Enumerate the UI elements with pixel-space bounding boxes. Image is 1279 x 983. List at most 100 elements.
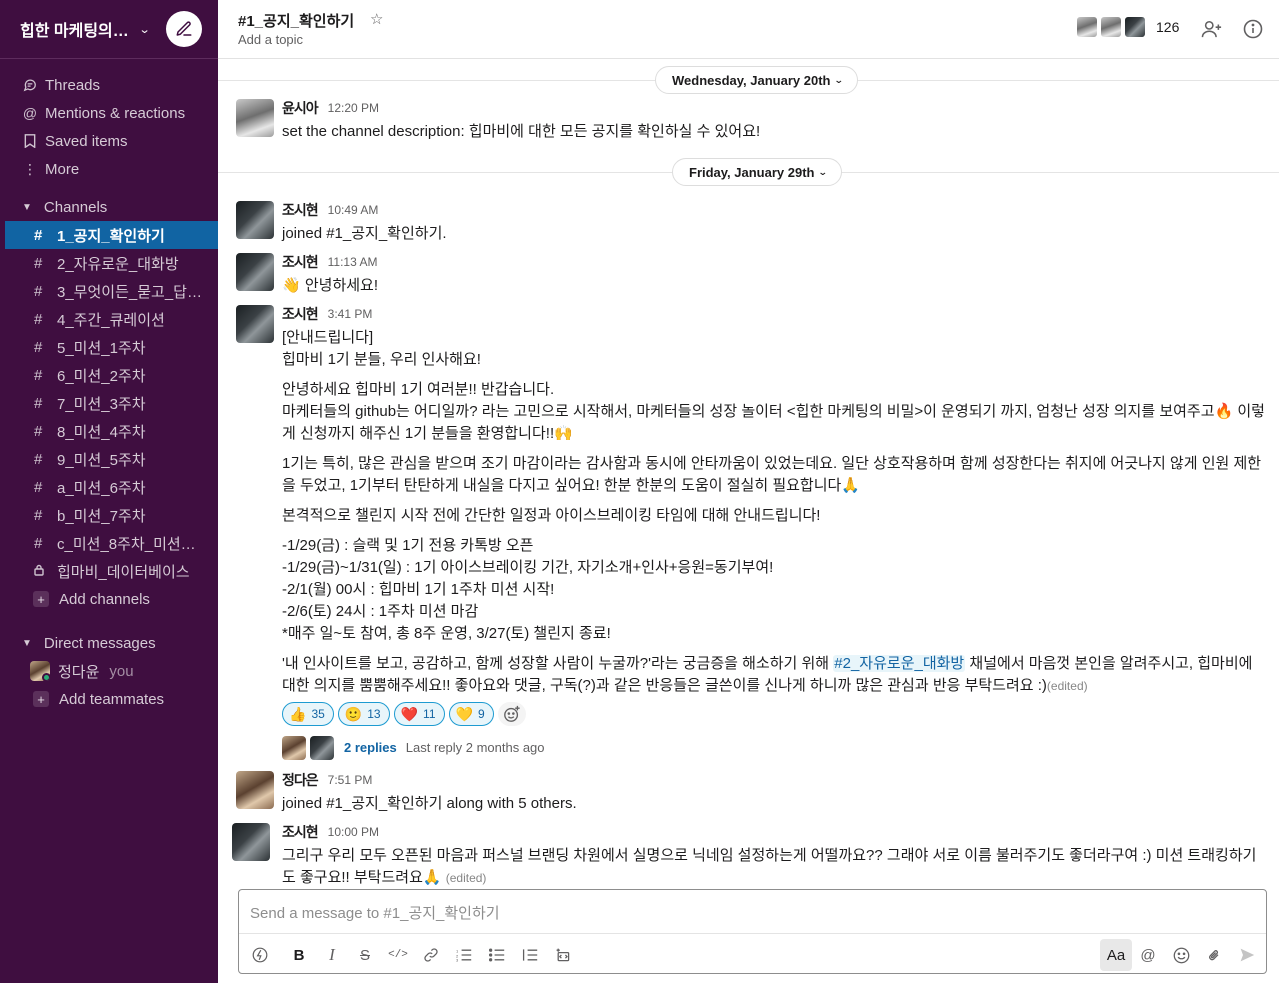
sidebar-item-channel[interactable]: #8_미션_4주차 — [0, 417, 218, 445]
avatar[interactable] — [236, 305, 274, 343]
channel-label: 1_공지_확인하기 — [57, 227, 165, 245]
add-people-button[interactable] — [1200, 17, 1224, 41]
message-text: 👋 안녕하세요! — [282, 275, 1266, 297]
ordered-list-button[interactable]: 123 — [450, 941, 478, 969]
attach-button[interactable] — [1200, 941, 1228, 969]
star-icon[interactable]: ☆ — [370, 10, 383, 28]
channel-title[interactable]: #1_공지_확인하기 — [238, 10, 354, 31]
message[interactable]: 조시현 10:49 AM joined #1_공지_확인하기. — [236, 200, 1266, 242]
sidebar-item-channel-private[interactable]: 힙마비_데이터베이스 — [0, 557, 218, 585]
schedule-line: *매주 일~토 참여, 총 8주 운영, 3/27(토) 챌린지 종료! — [282, 625, 611, 642]
sidebar-item-channel[interactable]: #9_미션_5주차 — [0, 445, 218, 473]
dm-section-header[interactable]: ▼ Direct messages — [0, 629, 218, 657]
member-count: 126 — [1156, 19, 1180, 35]
sidebar-item-channel[interactable]: # a_미션_6주차 — [0, 473, 218, 501]
channel-label: 9_미션_5주차 — [57, 451, 146, 469]
avatar[interactable] — [236, 201, 274, 239]
channel-mention-link[interactable]: #2_자유로운_대화방 — [833, 655, 966, 672]
message-time[interactable]: 7:51 PM — [328, 773, 373, 787]
message-author[interactable]: 윤시아 — [282, 98, 319, 118]
message-input[interactable]: Send a message to #1_공지_확인하기 — [250, 902, 500, 923]
sidebar-item-channel[interactable]: #4_주간_큐레이션 — [0, 305, 218, 333]
sidebar-item-label: Mentions & reactions — [45, 104, 186, 122]
thread-summary[interactable]: 2 replies Last reply 2 months ago — [282, 736, 1266, 760]
reaction-emoji: 👍 — [289, 706, 307, 722]
sidebar-item-mentions[interactable]: @ Mentions & reactions — [0, 99, 218, 127]
emoji-button[interactable] — [1167, 941, 1195, 969]
sidebar-item-channel[interactable]: #5_미션_1주차 — [0, 333, 218, 361]
thread-replies-link[interactable]: 2 replies — [344, 737, 397, 759]
sidebar-item-threads[interactable]: Threads — [0, 71, 218, 99]
message-author[interactable]: 조시현 — [282, 252, 319, 272]
shortcuts-button[interactable] — [246, 941, 274, 969]
schedule-line: -2/1(월) 00시 : 힙마비 1기 1주차 미션 시작! — [282, 581, 555, 598]
date-pill[interactable]: Wednesday, January 20th ⌄ — [655, 66, 859, 94]
sidebar-item-channel[interactable]: # c_미션_8주차_미션완료 — [0, 529, 218, 557]
workspace-header[interactable]: 힙한 마케팅의 비밀 ⌄ — [0, 0, 218, 59]
italic-button[interactable]: I — [318, 941, 346, 969]
message-author[interactable]: 조시현 — [282, 304, 319, 324]
message[interactable]: 조시현 3:41 PM [안내드립니다] 힙마비 1기 분들, 우리 인사해요! … — [236, 304, 1266, 760]
message-time[interactable]: 3:41 PM — [328, 307, 373, 321]
reactions: 👍 35 🙂 13 ❤️ 11 💛 9 — [282, 702, 1266, 726]
avatar[interactable] — [236, 99, 274, 137]
sidebar-item-channel[interactable]: # b_미션_7주차 — [0, 501, 218, 529]
message-time[interactable]: 10:49 AM — [328, 203, 379, 217]
hash-icon: # — [34, 310, 43, 328]
strikethrough-icon: S — [359, 946, 370, 964]
message-author[interactable]: 조시현 — [282, 822, 319, 842]
sidebar-item-channel[interactable]: #6_미션_2주차 — [0, 361, 218, 389]
date-pill[interactable]: Friday, January 29th ⌄ — [672, 158, 843, 186]
sidebar-item-channel[interactable]: #3_무엇이든_묻고_답하기 — [0, 277, 218, 305]
workspace-name[interactable]: 힙한 마케팅의 비밀 — [20, 17, 132, 41]
reaction-yellow-heart[interactable]: 💛 9 — [448, 702, 494, 726]
message-time[interactable]: 12:20 PM — [328, 101, 379, 115]
send-button[interactable] — [1233, 941, 1261, 969]
message-author[interactable]: 정다은 — [282, 770, 319, 790]
message[interactable]: 정다은 7:51 PM joined #1_공지_확인하기 along with … — [236, 770, 1266, 812]
bulleted-list-icon — [489, 948, 505, 962]
strikethrough-button[interactable]: S — [351, 941, 379, 969]
message-time[interactable]: 10:00 PM — [328, 825, 379, 839]
composer-divider — [239, 933, 1266, 934]
message-time[interactable]: 11:13 AM — [328, 255, 378, 269]
message-paragraph: 마케터들의 github는 어디일까? 라는 고민으로 시작해서, 마케터들의 … — [282, 401, 1266, 445]
bold-button[interactable]: B — [285, 941, 313, 969]
blockquote-button[interactable] — [516, 941, 544, 969]
avatar[interactable] — [236, 253, 274, 291]
avatar[interactable] — [232, 823, 270, 861]
mention-button[interactable]: @ — [1134, 941, 1162, 969]
sidebar-item-more[interactable]: ⋮ More — [0, 155, 218, 183]
channels-section-header[interactable]: ▼ Channels — [0, 193, 218, 221]
formatting-toggle-button[interactable]: Aa — [1100, 939, 1132, 971]
code-button[interactable]: </> — [384, 941, 412, 969]
add-reaction-button[interactable] — [497, 702, 526, 726]
message-span: 1기는 특히, 많은 관심을 받으며 조기 마감이라는 감사함과 동시에 안타까… — [282, 455, 1262, 494]
sidebar-item-channel[interactable]: #1_공지_확인하기 — [5, 221, 218, 249]
reaction-thumbs-up[interactable]: 👍 35 — [282, 702, 334, 726]
reaction-heart[interactable]: ❤️ 11 — [393, 702, 445, 726]
channel-details-button[interactable] — [1241, 17, 1265, 41]
code-block-button[interactable] — [549, 941, 577, 969]
compose-button[interactable] — [166, 11, 202, 47]
message[interactable]: 조시현 10:00 PM 그리구 우리 모두 오픈된 마음과 퍼스널 브랜딩 차원… — [232, 823, 1266, 885]
edited-label: (edited) — [1046, 679, 1088, 693]
chevron-down-icon[interactable]: ⌄ — [139, 23, 151, 36]
link-button[interactable] — [417, 941, 445, 969]
sidebar-item-channel[interactable]: #7_미션_3주차 — [0, 389, 218, 417]
hash-icon: # — [34, 450, 43, 468]
avatar[interactable] — [236, 771, 274, 809]
message[interactable]: 조시현 11:13 AM 👋 안녕하세요! — [236, 252, 1266, 294]
sidebar-item-dm-self[interactable]: 정다윤 you — [0, 657, 218, 685]
message[interactable]: 윤시아 12:20 PM set the channel description:… — [236, 98, 1266, 140]
add-channels-button[interactable]: + Add channels — [0, 585, 218, 613]
member-list-button[interactable]: 126 — [1076, 16, 1179, 38]
reaction-smile[interactable]: 🙂 13 — [337, 702, 390, 726]
sidebar-item-saved[interactable]: Saved items — [0, 127, 218, 155]
add-teammates-button[interactable]: + Add teammates — [0, 685, 218, 713]
bulleted-list-button[interactable] — [483, 941, 511, 969]
message-list[interactable]: Wednesday, January 20th ⌄ 윤시아 12:20 PM set… — [218, 60, 1279, 885]
sidebar-item-channel[interactable]: #2_자유로운_대화방 — [0, 249, 218, 277]
message-author[interactable]: 조시현 — [282, 200, 319, 220]
add-topic-link[interactable]: Add a topic — [238, 32, 303, 47]
